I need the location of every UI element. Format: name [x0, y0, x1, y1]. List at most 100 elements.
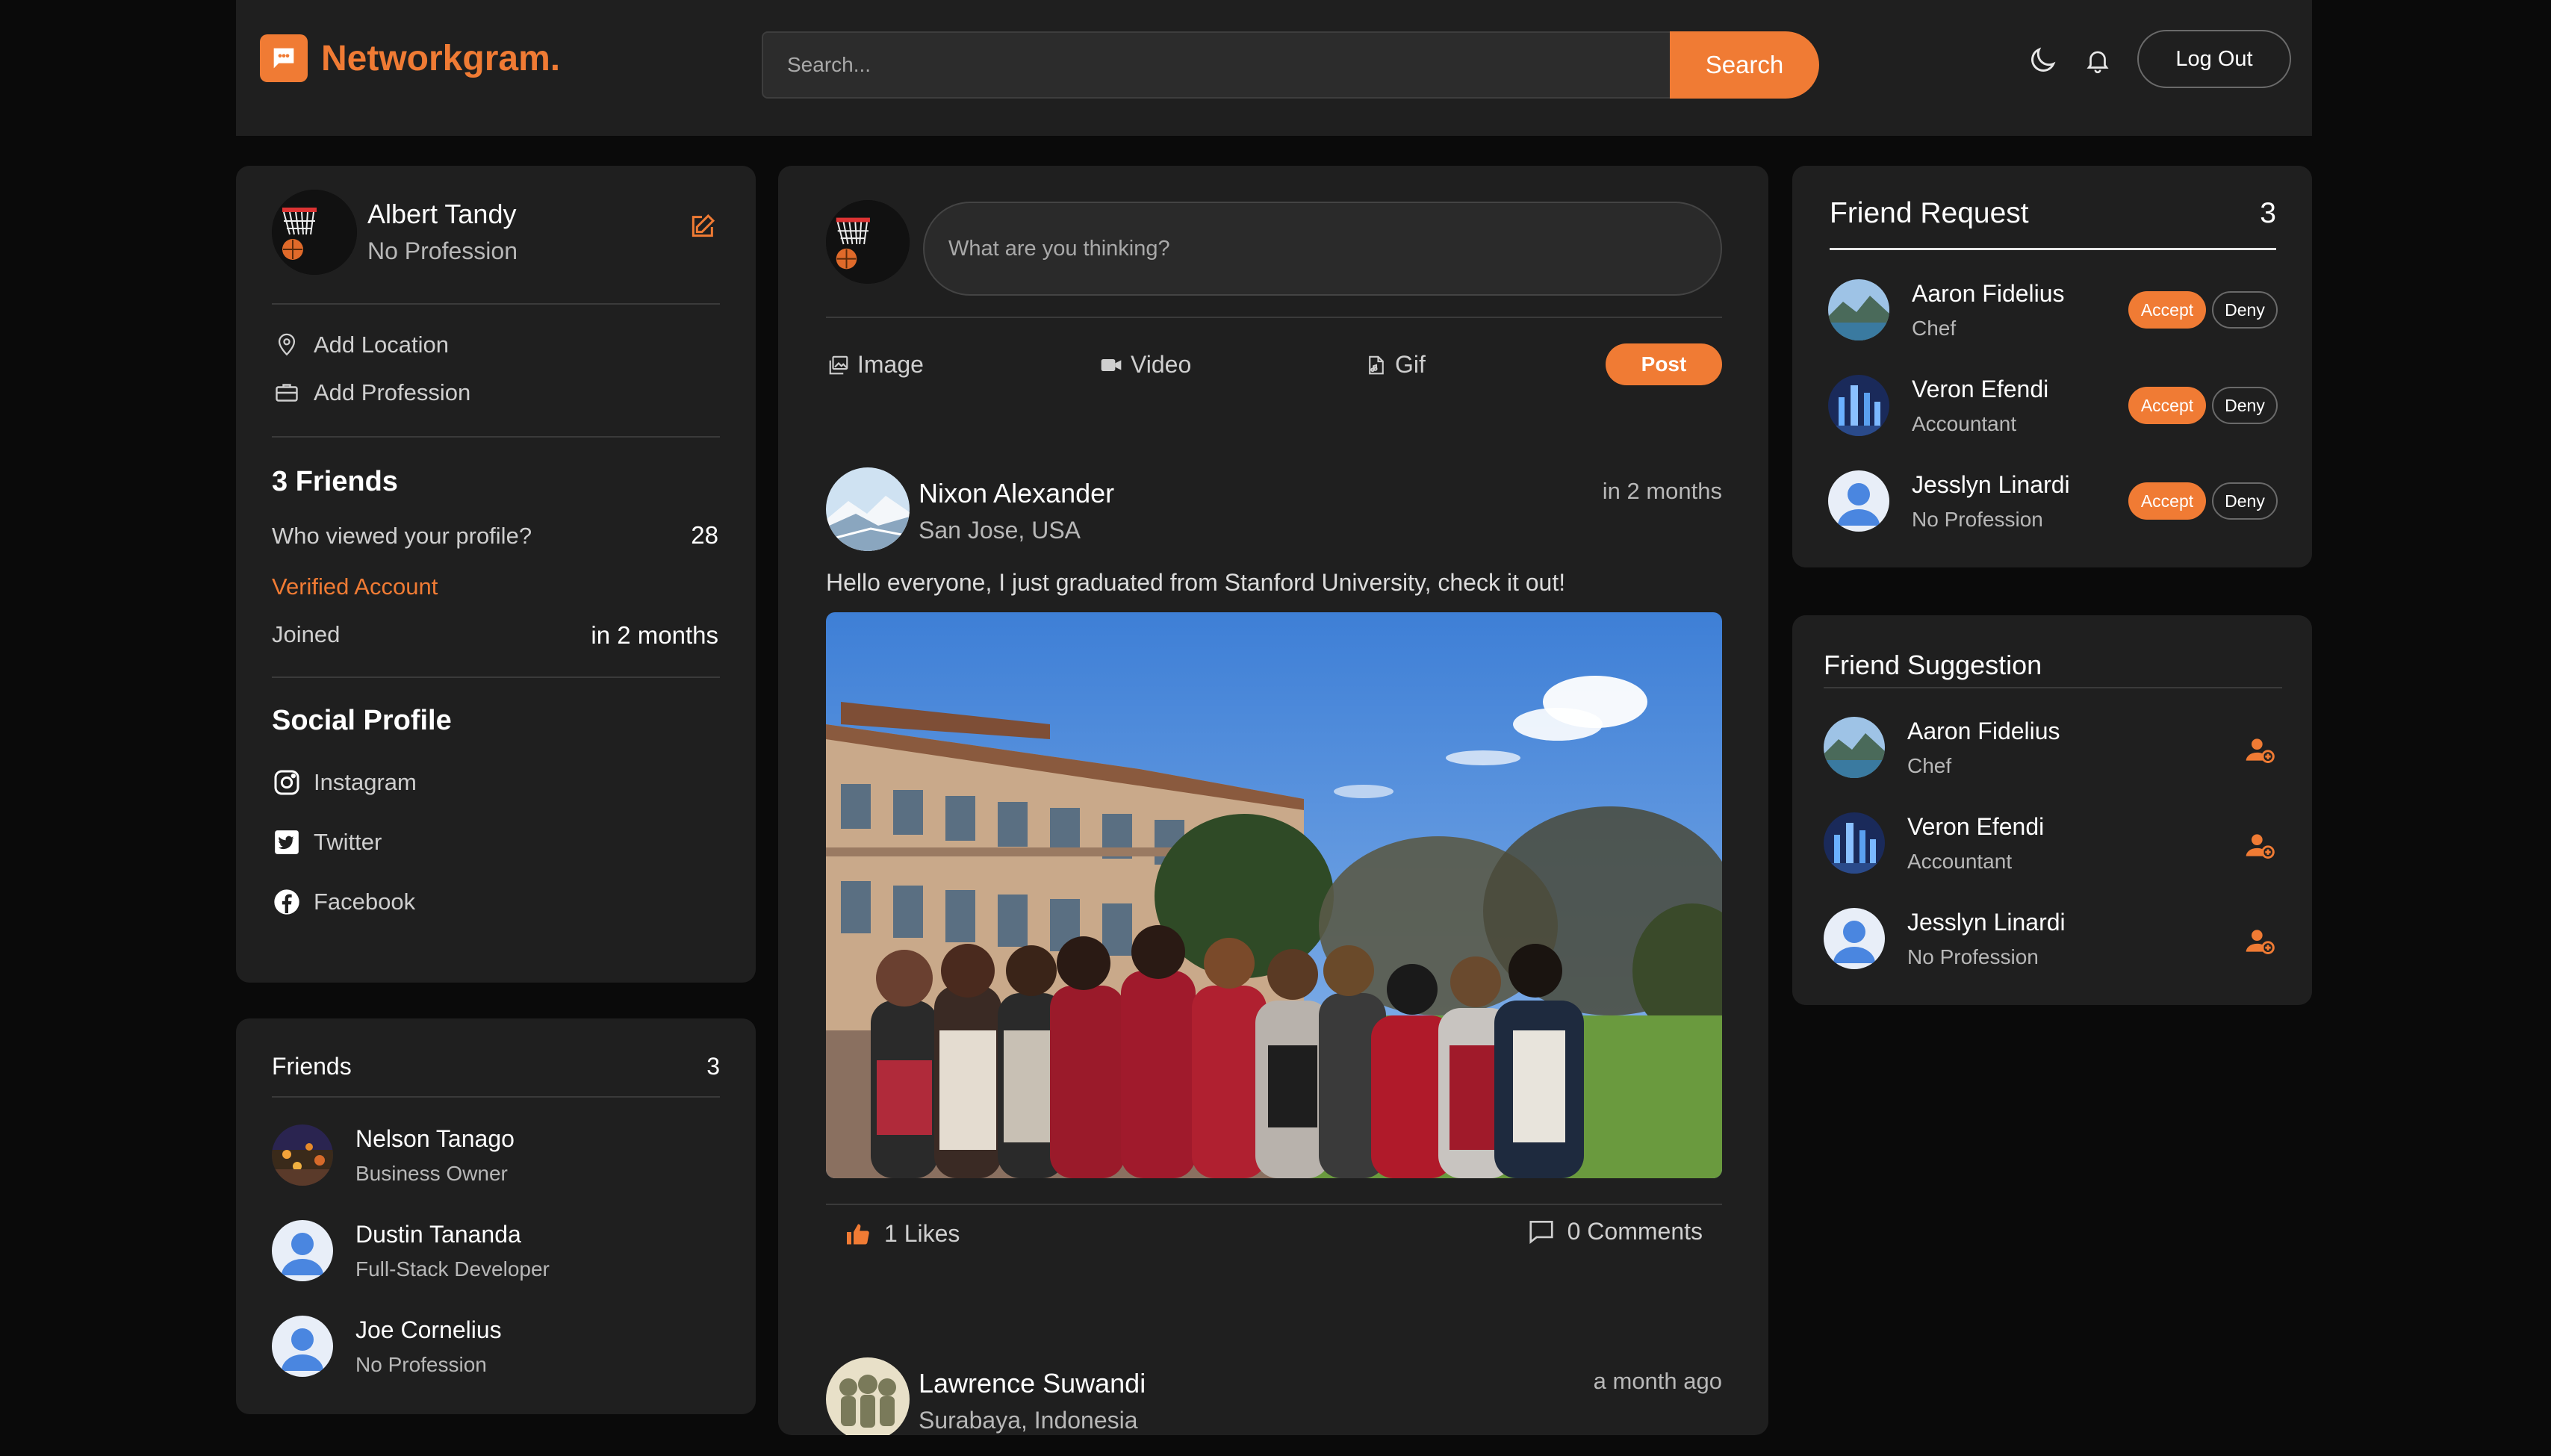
logo-text: Networkgram. [321, 38, 561, 78]
request-item[interactable]: Jesslyn Linardi No Profession [1828, 470, 2070, 532]
compose-input[interactable] [923, 202, 1722, 296]
add-profession-link[interactable]: Add Profession [272, 378, 470, 408]
suggestion-name: Aaron Fidelius [1907, 717, 2060, 744]
post-author[interactable]: Nixon Alexander [919, 478, 1114, 509]
avatar[interactable] [272, 190, 357, 275]
edit-icon[interactable] [687, 212, 717, 242]
verified-account-label: Verified Account [272, 573, 438, 600]
divider [826, 1204, 1722, 1205]
suggestion-profession: No Profession [1907, 945, 2039, 968]
facebook-link[interactable]: Facebook [272, 887, 415, 917]
deny-button[interactable]: Deny [2212, 482, 2278, 520]
like-button[interactable]: 1 Likes [844, 1220, 960, 1248]
requester-name: Veron Efendi [1912, 375, 2049, 402]
post-location: San Jose, USA [919, 517, 1081, 544]
gif-option[interactable]: Gif [1365, 351, 1426, 379]
post-location: Surabaya, Indonesia [919, 1407, 1138, 1434]
avatar [1828, 375, 1889, 436]
friends-count: 3 [706, 1053, 720, 1080]
location-pin-icon [272, 330, 302, 360]
post-author[interactable]: Lawrence Suwandi [919, 1368, 1146, 1399]
logout-button[interactable]: Log Out [2137, 30, 2291, 88]
suggestion-name: Veron Efendi [1907, 812, 2045, 840]
friend-item[interactable]: Joe Cornelius No Profession [272, 1316, 502, 1377]
moon-icon[interactable] [2024, 42, 2061, 79]
deny-button[interactable]: Deny [2212, 291, 2278, 329]
avatar[interactable] [826, 200, 910, 284]
profile-card: Albert Tandy No Profession Add Location … [236, 166, 756, 983]
twitter-link[interactable]: Twitter [272, 827, 382, 857]
avatar[interactable] [826, 467, 910, 551]
gif-icon [1365, 353, 1388, 377]
friend-item[interactable]: Nelson Tanago Business Owner [272, 1124, 515, 1186]
instagram-label: Instagram [314, 769, 417, 795]
divider [1830, 248, 2276, 250]
suggestion-item[interactable]: Veron Efendi Accountant [1824, 812, 2044, 874]
twitter-icon [272, 827, 302, 857]
post-button[interactable]: Post [1606, 343, 1722, 385]
friends-count-heading: 3 Friends [272, 466, 398, 497]
friend-name: Joe Cornelius [355, 1316, 502, 1343]
profile-views-label: Who viewed your profile? [272, 523, 532, 549]
image-option[interactable]: Image [827, 351, 924, 379]
divider [272, 303, 720, 305]
friends-title: Friends [272, 1053, 352, 1080]
suggestion-name: Jesslyn Linardi [1907, 908, 2066, 936]
accept-button[interactable]: Accept [2128, 291, 2206, 329]
bell-icon[interactable] [2079, 42, 2116, 79]
requester-name: Jesslyn Linardi [1912, 470, 2070, 498]
feed-card: Image Video Gif Post Nixon Alexander San… [778, 166, 1768, 1435]
add-profession-label: Add Profession [314, 379, 471, 405]
requester-name: Aaron Fidelius [1912, 279, 2065, 307]
divider [272, 1096, 720, 1098]
friend-suggestion-card: Friend Suggestion Aaron Fidelius Chef Ve… [1792, 615, 2312, 1005]
add-friend-icon[interactable] [2243, 829, 2276, 862]
video-icon [1099, 353, 1123, 377]
search-button[interactable]: Search [1670, 31, 1819, 99]
avatar [1828, 470, 1889, 532]
deny-button[interactable]: Deny [2212, 387, 2278, 424]
post-photo[interactable] [826, 612, 1722, 1178]
profile-name[interactable]: Albert Tandy [367, 199, 516, 230]
post-text: Hello everyone, I just graduated from St… [826, 569, 1566, 596]
facebook-icon [272, 887, 302, 917]
briefcase-icon [272, 378, 302, 408]
add-friend-icon[interactable] [2243, 924, 2276, 957]
accept-button[interactable]: Accept [2128, 482, 2206, 520]
gif-label: Gif [1395, 351, 1426, 378]
friend-request-count: 3 [2260, 197, 2276, 229]
friend-suggestion-title: Friend Suggestion [1824, 650, 2042, 680]
logo[interactable]: Networkgram. [260, 34, 560, 82]
post-time: in 2 months [1602, 478, 1722, 504]
add-location-link[interactable]: Add Location [272, 330, 449, 360]
requester-profession: Accountant [1912, 411, 2017, 435]
joined-label: Joined [272, 621, 341, 647]
search-input[interactable] [762, 31, 1685, 99]
request-item[interactable]: Aaron Fidelius Chef [1828, 279, 2065, 340]
friend-profession: Business Owner [355, 1161, 508, 1185]
instagram-link[interactable]: Instagram [272, 768, 417, 797]
request-item[interactable]: Veron Efendi Accountant [1828, 375, 2048, 436]
facebook-label: Facebook [314, 889, 416, 915]
divider [272, 676, 720, 678]
social-profile-heading: Social Profile [272, 705, 452, 736]
add-friend-icon[interactable] [2243, 733, 2276, 766]
profile-profession: No Profession [367, 237, 518, 264]
avatar [1824, 717, 1885, 778]
video-option[interactable]: Video [1099, 351, 1191, 379]
add-location-label: Add Location [314, 332, 449, 358]
avatar[interactable] [826, 1357, 910, 1435]
avatar [1824, 908, 1885, 969]
instagram-icon [272, 768, 302, 797]
suggestion-item[interactable]: Aaron Fidelius Chef [1824, 717, 2060, 778]
friend-profession: Full-Stack Developer [355, 1257, 550, 1281]
joined-value: in 2 months [591, 621, 718, 649]
suggestion-item[interactable]: Jesslyn Linardi No Profession [1824, 908, 2066, 969]
friend-item[interactable]: Dustin Tananda Full-Stack Developer [272, 1220, 550, 1281]
avatar [1828, 279, 1889, 340]
suggestion-profession: Accountant [1907, 849, 2013, 873]
friend-profession: No Profession [355, 1352, 487, 1376]
twitter-label: Twitter [314, 829, 382, 855]
comments-button[interactable]: 0 Comments [1527, 1217, 1703, 1245]
accept-button[interactable]: Accept [2128, 387, 2206, 424]
